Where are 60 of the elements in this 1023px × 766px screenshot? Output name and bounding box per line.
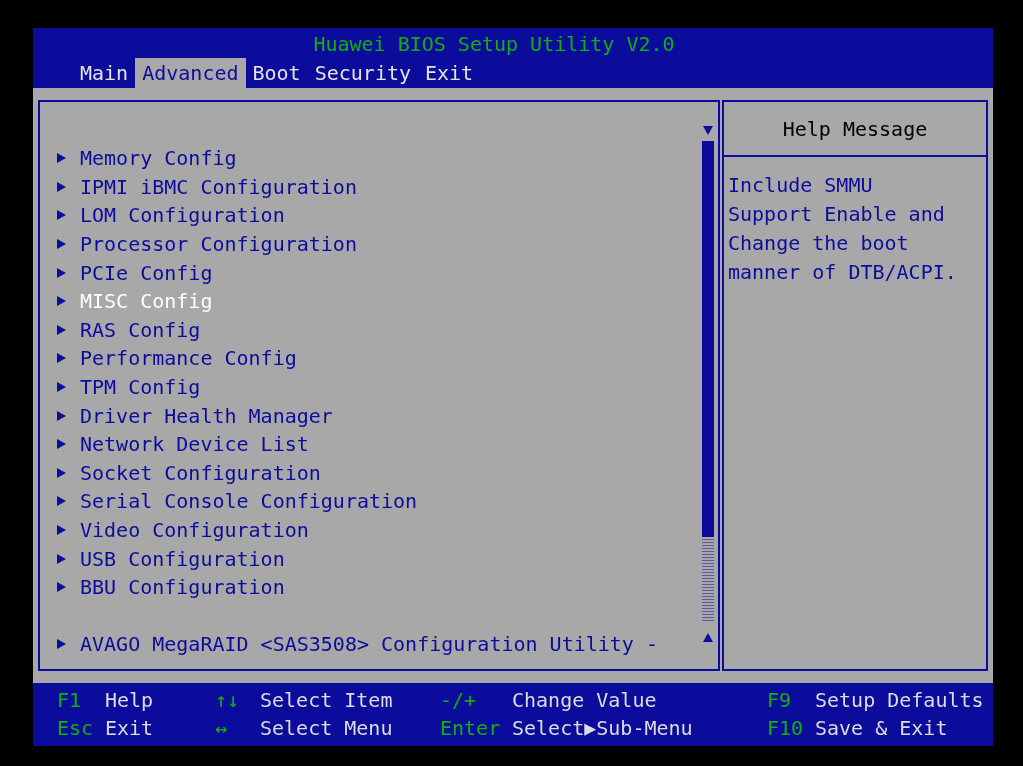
menu-tab[interactable]: Exit (418, 58, 481, 88)
menu-item[interactable]: Memory Config (80, 144, 237, 173)
key-label: ↑↓ (215, 687, 241, 714)
menu-tab[interactable]: Boot (245, 58, 308, 88)
menu-item[interactable]: Serial Console Configuration (80, 487, 418, 516)
key-description: Save & Exit (815, 715, 949, 742)
menu-tab[interactable]: Main (73, 58, 136, 88)
key-label: -/+ (440, 687, 478, 714)
key-description: Help (105, 687, 155, 714)
menu-item[interactable]: Driver Health Manager (80, 401, 333, 430)
submenu-arrow-icon (57, 439, 67, 450)
key-label: F9 (767, 687, 793, 714)
key-description: Change Value (512, 687, 658, 714)
menu-tab[interactable]: Security (307, 58, 418, 88)
submenu-arrow-icon (57, 181, 67, 192)
submenu-arrow-icon (57, 638, 67, 649)
submenu-arrow-icon (57, 496, 67, 507)
key-description: Exit (105, 715, 155, 742)
menu-item[interactable]: USB Configuration (80, 544, 285, 573)
menu-item[interactable]: Network Device List (80, 430, 309, 459)
scroll-thumb[interactable] (702, 141, 714, 537)
submenu-arrow-icon (57, 525, 67, 535)
menu-tab[interactable]: Advanced (135, 58, 246, 88)
scroll-up-icon (703, 633, 713, 643)
menu-item[interactable]: PCIe Config (80, 258, 213, 287)
submenu-arrow-icon (57, 410, 67, 421)
submenu-arrow-icon (57, 267, 67, 278)
help-text: Include SMMU Support Enable and Change the boot manner of DTB/ACPI. (727, 172, 958, 286)
menu-item[interactable]: Socket Configuration (80, 458, 321, 487)
window-title: Huawei BIOS Setup Utility V2.0 (313, 31, 675, 58)
key-label: ↔ (215, 715, 229, 742)
submenu-arrow-icon (57, 296, 67, 307)
menu-item[interactable]: IPMI iBMC Configuration (80, 172, 357, 201)
key-description: Select▶Sub-Menu (512, 715, 694, 742)
submenu-arrow-icon (57, 553, 67, 564)
key-label: Esc (57, 715, 95, 742)
menu-item[interactable]: AVAGO MegaRAID <SAS3508> Configuration Utility - (80, 629, 658, 658)
key-description: Select Item (260, 687, 394, 714)
key-label: F10 (767, 715, 805, 742)
submenu-arrow-icon (57, 153, 67, 164)
menu-item[interactable]: BBU Configuration (80, 573, 285, 602)
key-label: F1 (57, 687, 83, 714)
key-label: Enter (440, 715, 502, 742)
menu-item[interactable]: LOM Configuration (80, 201, 285, 230)
menu-item[interactable]: Performance Config (80, 344, 297, 373)
submenu-arrow-icon (57, 324, 67, 335)
menu-item[interactable]: RAS Config (80, 315, 201, 344)
menu-item[interactable]: TPM Config (80, 373, 201, 402)
help-title: Help Message (782, 115, 928, 143)
menu-item[interactable]: Processor Configuration (80, 230, 357, 259)
submenu-arrow-icon (57, 582, 67, 593)
submenu-arrow-icon (57, 210, 67, 221)
key-description: Setup Defaults (815, 687, 985, 714)
scroll-down-icon (703, 126, 713, 136)
submenu-arrow-icon (57, 467, 67, 478)
submenu-arrow-icon (57, 382, 67, 393)
key-description: Select Menu (260, 715, 394, 742)
menu-item[interactable]: Video Configuration (80, 516, 309, 544)
submenu-arrow-icon (57, 353, 67, 364)
submenu-arrow-icon (57, 239, 67, 250)
